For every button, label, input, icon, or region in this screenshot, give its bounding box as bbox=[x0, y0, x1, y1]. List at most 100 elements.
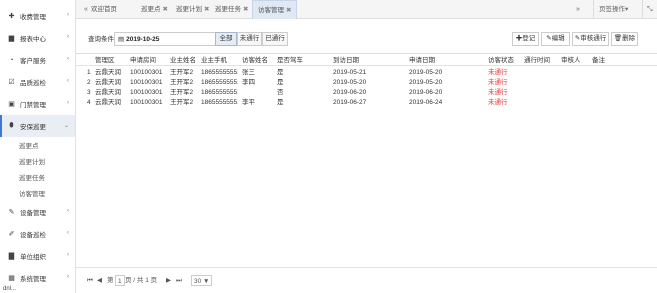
first-page-icon[interactable]: ⏮ bbox=[87, 275, 93, 286]
edit-icon: ✐ bbox=[8, 231, 15, 238]
chevron-left-icon: ‹ bbox=[67, 230, 69, 236]
chevron-left-icon: ‹ bbox=[67, 78, 69, 84]
cell-owner-phone: 18655555551 bbox=[201, 99, 238, 106]
tab-3[interactable]: 巡更任务 ✖ bbox=[215, 0, 248, 19]
calendar-icon: ▤ bbox=[118, 36, 125, 43]
filter-passed-button[interactable]: 已通行 bbox=[262, 32, 288, 46]
org-icon: ▇ bbox=[8, 253, 15, 260]
tab-1[interactable]: 巡更点 ✖ bbox=[141, 0, 168, 19]
date-value: 2019-10-25 bbox=[126, 35, 160, 43]
cell-row-number: 4 bbox=[87, 99, 91, 106]
cell-driving: 是 bbox=[277, 99, 284, 106]
prev-page-icon[interactable]: ◀ bbox=[97, 275, 102, 286]
sidebar-item-5[interactable]: ⬮ 安保巡更 ⌄ bbox=[0, 115, 75, 137]
status-text: dnl... bbox=[3, 286, 17, 292]
column-header-apply-date[interactable]: 申请日期 bbox=[409, 55, 435, 66]
column-header-visitor-name[interactable]: 访客姓名 bbox=[242, 55, 268, 66]
filter-label: 查询条件 bbox=[88, 36, 114, 43]
close-icon[interactable]: ✖ bbox=[163, 6, 168, 13]
sidebar-item-0[interactable]: ✚ 收费管理 ‹ bbox=[0, 5, 75, 27]
column-header-pass-time[interactable]: 通行时间 bbox=[524, 55, 550, 66]
action-label: 删除 bbox=[622, 35, 636, 42]
tab-label: 巡更任务 bbox=[215, 6, 241, 13]
sidebar-item-label: 安保巡更 bbox=[20, 124, 46, 131]
chevron-left-icon: ‹ bbox=[67, 34, 69, 40]
grid-icon: ▦ bbox=[8, 275, 15, 282]
wrench-icon: ✎ bbox=[8, 209, 15, 216]
column-header-visitor-status[interactable]: 访客状态 bbox=[488, 55, 514, 66]
column-header-owner-phone[interactable]: 业主手机 bbox=[201, 55, 227, 66]
cell-visit-date: 2019-06-27 bbox=[333, 99, 367, 106]
tab-label: 访客管理 bbox=[258, 7, 284, 14]
last-page-icon[interactable]: ⏭ bbox=[176, 275, 182, 286]
sidebar-item-4[interactable]: ▣ 门禁管理 ‹ bbox=[0, 93, 75, 115]
column-header-visit-date[interactable]: 到访日期 bbox=[333, 55, 359, 66]
action-label: 登记 bbox=[522, 35, 536, 42]
chevron-left-icon: ‹ bbox=[67, 274, 69, 280]
action-label: 审核通行 bbox=[580, 35, 607, 42]
page-ops-dropdown[interactable]: 页签操作▾ bbox=[593, 0, 628, 19]
table-header: 管理区 申请房间 业主姓名 业主手机 访客姓名 是否驾车 到访日期 申请日期 访客状态 通行时间审… bbox=[76, 55, 657, 66]
chevron-down-icon: ▼ bbox=[203, 278, 210, 285]
tab-label: 巡更点 bbox=[141, 6, 161, 13]
sidebar-item-label: 报表中心 bbox=[20, 36, 46, 43]
page-ops-label: 页签操作 bbox=[599, 6, 625, 13]
plus-icon: ✚ bbox=[8, 13, 15, 20]
sidebar-subitem-3[interactable]: 访客管理 bbox=[0, 185, 75, 201]
action-label: 编辑 bbox=[551, 35, 565, 42]
sidebar: ✚ 收费管理 ‹ ▆ 报表中心 ‹ ◔ 客户服务 ‹ ☑ 品质巡检 ‹ ▣ 门禁管理 ‹ ⬮ 安保巡更 ⌄ 巡更点巡… bbox=[0, 0, 76, 293]
sidebar-subitem-1[interactable]: 巡更计划 bbox=[0, 153, 75, 169]
page-size-value: 30 bbox=[194, 278, 202, 285]
column-header-reviewer[interactable]: 审核人 bbox=[561, 55, 581, 66]
chevron-left-icon: ‹ bbox=[67, 56, 69, 62]
shield-icon: ⬮ bbox=[9, 122, 14, 129]
column-header-area[interactable]: 管理区 bbox=[95, 55, 115, 66]
edit-button[interactable]: ✎编辑 bbox=[541, 32, 570, 46]
main-content: 查询条件 ▤ 2019-10-25 ▼ 全部 未通行 已通行 ✚登记✎编辑✎审核… bbox=[76, 19, 657, 293]
sidebar-item-6[interactable]: ✎ 设备管理 ‹ bbox=[0, 201, 75, 223]
tab-2[interactable]: 巡更计划 ✖ bbox=[176, 0, 209, 19]
delete-button[interactable]: 🗑删除 bbox=[611, 32, 638, 46]
page-input[interactable]: 1 bbox=[115, 275, 125, 286]
cell-room: 100100301 bbox=[130, 99, 163, 106]
sidebar-item-label: 门禁管理 bbox=[20, 102, 46, 109]
sidebar-subitem-0[interactable]: 巡更点 bbox=[0, 137, 75, 153]
next-page-icon[interactable]: ▶ bbox=[166, 275, 171, 286]
sidebar-item-7[interactable]: ✐ 设备巡检 ‹ bbox=[0, 223, 75, 245]
chevron-left-icon: ‹ bbox=[67, 252, 69, 258]
column-header-owner-name[interactable]: 业主姓名 bbox=[170, 55, 196, 66]
tab-back-icon[interactable]: « bbox=[84, 0, 88, 19]
column-header-remark[interactable]: 备注 bbox=[592, 55, 605, 66]
tab-label: 巡更计划 bbox=[176, 6, 202, 13]
sidebar-item-2[interactable]: ◔ 客户服务 ‹ bbox=[0, 49, 75, 71]
cell-apply-date: 2019-06-24 bbox=[409, 99, 443, 106]
sidebar-item-label: 品质巡检 bbox=[20, 80, 46, 87]
tab-4[interactable]: 访客管理 ✖ bbox=[252, 0, 298, 19]
close-icon[interactable]: ✖ bbox=[286, 7, 291, 14]
table-row[interactable]: 4 云鼎天润 100100301 王开军2 18655555551 李平 是 2019-06-… bbox=[76, 97, 657, 108]
sidebar-item-1[interactable]: ▆ 报表中心 ‹ bbox=[0, 27, 75, 49]
pager: ⏮ ◀ 第 1 页 / 共 1 页 ▶ ⏭ 30 ▼ bbox=[76, 267, 657, 293]
cell-owner-name: 王开军2 bbox=[170, 99, 194, 106]
fullscreen-icon[interactable]: ⤡ bbox=[642, 0, 653, 19]
sidebar-subitem-2[interactable]: 巡更任务 bbox=[0, 169, 75, 185]
visitor-table: 管理区 申请房间 业主姓名 业主手机 访客姓名 是否驾车 到访日期 申请日期 访客状态 通行时间审… bbox=[76, 53, 657, 267]
filter-all-button[interactable]: 全部 bbox=[215, 32, 237, 46]
chevron-left-icon: ‹ bbox=[67, 208, 69, 214]
approve-pass-button[interactable]: ✎审核通行 bbox=[572, 32, 609, 46]
close-icon[interactable]: ✖ bbox=[204, 6, 209, 13]
sidebar-item-label: 客户服务 bbox=[20, 58, 46, 65]
headset-icon: ◔ bbox=[9, 56, 14, 64]
register-button[interactable]: ✚登记 bbox=[512, 32, 539, 46]
door-icon: ▣ bbox=[8, 101, 15, 108]
page-size-select[interactable]: 30 ▼ bbox=[191, 275, 213, 286]
column-header-driving[interactable]: 是否驾车 bbox=[277, 55, 303, 66]
chevron-left-icon: ‹ bbox=[67, 12, 69, 18]
tab-forward-icon[interactable]: » bbox=[576, 0, 580, 19]
tab-0[interactable]: 欢迎首页 bbox=[91, 0, 117, 19]
filter-not-passed-button[interactable]: 未通行 bbox=[237, 32, 262, 46]
close-icon[interactable]: ✖ bbox=[243, 6, 248, 13]
sidebar-item-8[interactable]: ▇ 单位组织 ‹ bbox=[0, 245, 75, 267]
column-header-room[interactable]: 申请房间 bbox=[130, 55, 156, 66]
sidebar-item-3[interactable]: ☑ 品质巡检 ‹ bbox=[0, 71, 75, 93]
